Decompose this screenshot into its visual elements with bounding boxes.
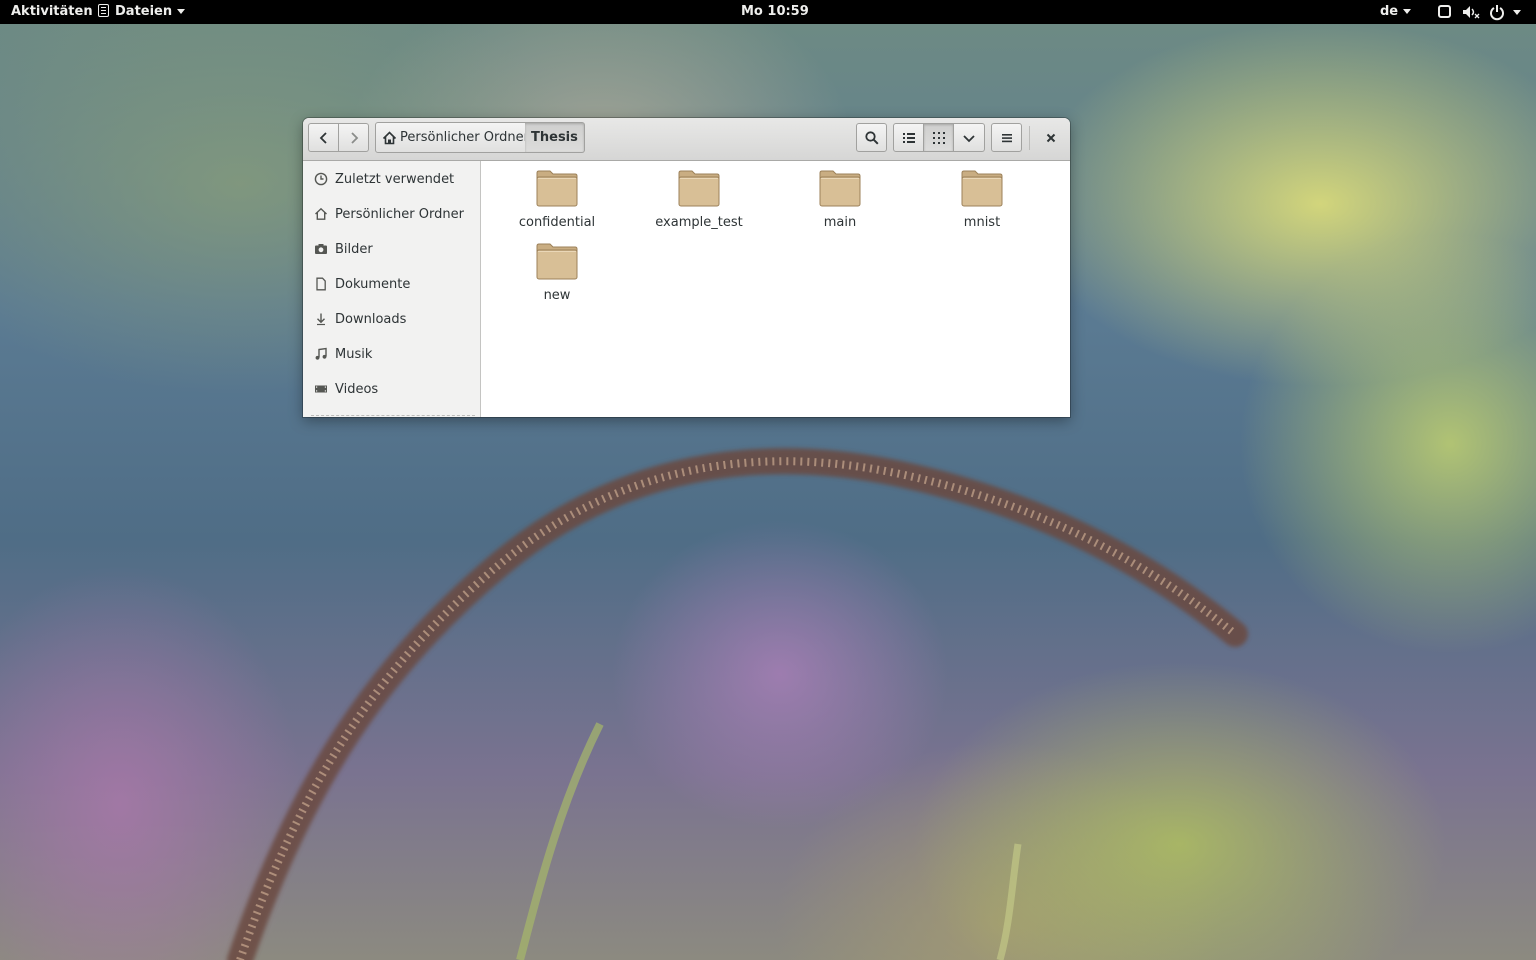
app-menu-button[interactable]: Dateien [98,0,186,24]
folder-name: confidential [518,215,596,230]
header-separator [1029,126,1030,150]
sidebar-item-label: Persönlicher Ordner [335,206,464,222]
folder-item[interactable]: mnist [912,169,1052,239]
forward-button[interactable] [339,123,369,152]
file-view-grid: confidential example_test main mnist new [481,161,1070,417]
sidebar-scroll-edge [311,415,475,416]
sidebar-item-label: Zuletzt verwendet [335,171,455,187]
grid-view-button[interactable] [924,123,954,152]
file-manager-window: Persönlicher Ordner Thesis Zuletzt verwe… [303,118,1070,417]
grid-view-icon [932,131,945,144]
sidebar-item-music[interactable]: Musik [303,337,480,371]
back-button[interactable] [308,123,339,152]
download-icon [314,312,328,326]
path-current-label: Thesis [531,130,578,145]
close-window-button[interactable] [1038,123,1064,152]
home-icon [314,207,328,221]
clock-label: Mo 10:59 [741,4,809,19]
chevron-right-icon [350,131,358,144]
sidebar-item-pictures[interactable]: Bilder [303,232,480,266]
activities-label: Aktivitäten [11,4,93,19]
video-icon [314,382,328,396]
clock-button[interactable]: Mo 10:59 [741,0,809,24]
search-icon [864,130,879,145]
folder-icon [536,170,578,207]
folder-icon [678,170,720,207]
sidebar-item-label: Dokumente [335,276,411,292]
chevron-down-icon [963,134,975,142]
sidebar-item-label: Musik [335,346,373,362]
header-bar: Persönlicher Ordner Thesis [303,118,1070,161]
volume-muted-icon [1463,6,1480,19]
sidebar-item-recent[interactable]: Zuletzt verwendet [303,162,480,196]
path-home-button[interactable]: Persönlicher Ordner [375,122,536,153]
menu-button[interactable] [991,123,1022,152]
sidebar-item-home[interactable]: Persönlicher Ordner [303,197,480,231]
list-view-icon [902,132,915,143]
folder-icon [961,170,1003,207]
home-icon [382,130,397,144]
sidebar-item-label: Downloads [335,311,407,327]
path-home-label: Persönlicher Ordner [400,130,529,145]
music-icon [314,347,328,361]
top-bar: Aktivitäten Dateien Mo 10:59 de [0,0,1536,24]
chevron-left-icon [319,131,327,144]
places-sidebar: Zuletzt verwendet Persönlicher Ordner Bi… [303,161,481,417]
sidebar-item-videos[interactable]: Videos [303,372,480,406]
app-menu-label: Dateien [115,4,173,19]
sidebar-item-label: Videos [335,381,379,397]
sidebar-item-documents[interactable]: Dokumente [303,267,480,301]
view-options-button[interactable] [954,123,985,152]
power-icon [1490,5,1504,21]
path-current-button[interactable]: Thesis [525,122,585,153]
screen-icon [1438,5,1451,18]
sidebar-item-label: Bilder [335,241,373,257]
keyboard-layout-label: de [1380,4,1399,19]
caret-down-icon [177,9,186,14]
files-app-icon [98,4,109,17]
hamburger-menu-icon [1001,133,1012,142]
close-icon [1046,133,1056,142]
camera-icon [314,242,328,256]
activities-button[interactable]: Aktivitäten [11,0,93,24]
folder-name: example_test [655,215,743,230]
folder-item[interactable]: main [770,169,910,239]
sidebar-item-downloads[interactable]: Downloads [303,302,480,336]
folder-name: mnist [963,215,1001,230]
folder-item[interactable]: example_test [629,169,769,239]
list-view-button[interactable] [893,123,924,152]
folder-name: main [823,215,857,230]
system-menu-button[interactable] [1437,0,1529,24]
caret-down-icon [1403,9,1412,14]
folder-name: new [543,288,571,303]
keyboard-layout-button[interactable]: de [1380,0,1412,24]
folder-item[interactable]: new [487,242,627,312]
recent-icon [314,172,328,186]
search-button[interactable] [856,123,887,152]
folder-item[interactable]: confidential [487,169,627,239]
document-icon [314,277,328,291]
caret-down-icon [1513,10,1521,15]
folder-icon [819,170,861,207]
folder-icon [536,243,578,280]
